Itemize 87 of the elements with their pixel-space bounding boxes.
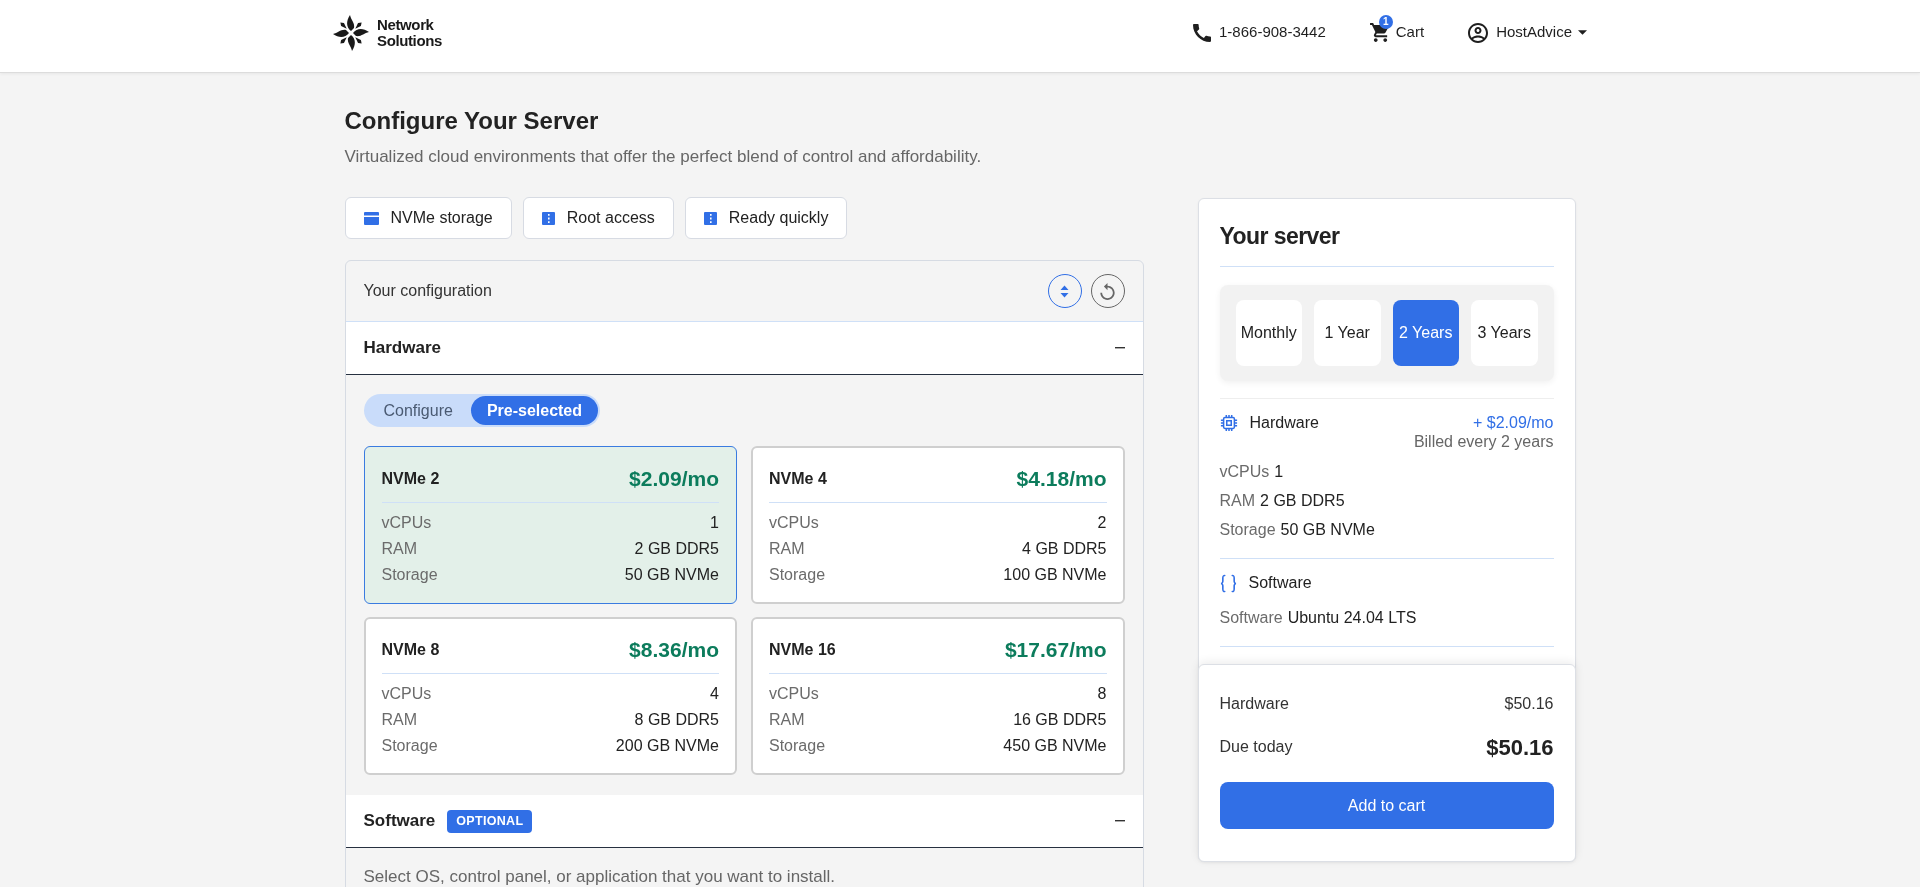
phone-link[interactable]: 1-866-908-3442 [1193,21,1326,44]
drive-icon [363,211,379,225]
processor-chip-icon [1219,414,1238,432]
summary-item-title: Hardware [1249,413,1319,433]
optional-badge: OPTIONAL [447,809,533,833]
page-title: Configure Your Server [344,106,600,136]
spec-value: 8 [1097,684,1107,704]
spec-label: Storage [769,565,826,585]
spec-value: 50 GB NVMe [624,565,719,585]
section-title: Hardware [363,337,441,360]
spec-label: Storage [381,736,438,756]
spec-label: Storage [769,736,826,756]
logo-link[interactable]: Network Solutions [333,14,451,51]
phone-icon [1193,23,1211,42]
spec-label: RAM [381,539,418,559]
feature-label: Ready quickly [728,208,829,228]
plan-price: $17.67/mo [1004,637,1107,664]
price-amount: $50.16 [1504,694,1554,714]
spec-value: 450 GB NVMe [1003,736,1107,756]
spec-label: vCPUs [1219,462,1270,482]
spec-label: Software [1219,608,1283,628]
cart-count-badge: 1 [1378,15,1393,29]
price-label: Due today [1219,737,1293,757]
spec-value: 4 [710,684,719,704]
spec-value: 2 [1097,513,1107,533]
plan-name: NVMe 2 [381,469,440,489]
plan-card[interactable]: NVMe 16 $17.67/mo vCPUs 8 RAM 16 GB DDR5 Storage 450 GB NVMe [751,617,1125,775]
summary-title: Your server [1219,222,1341,251]
section-title: Software [363,810,436,833]
billing-period-tab[interactable]: Monthly [1235,300,1302,366]
total-amount: $50.16 [1486,733,1554,762]
curly-braces-icon [1219,573,1237,593]
server-rack-icon [541,211,555,225]
spec-label: vCPUs [381,513,432,533]
spec-value: 1 [1274,462,1284,482]
section-description: Select OS, control panel, or application that you want to install. [363,867,837,887]
server-rack-icon [703,211,717,225]
add-to-cart-button[interactable]: Add to cart [1219,782,1554,829]
spec-label: Storage [381,565,438,585]
spec-label: RAM [769,539,805,559]
account-menu-button[interactable]: HostAdvice [1468,21,1587,44]
plan-name: NVMe 8 [381,640,440,660]
spec-value: 2 GB DDR5 [1260,491,1345,511]
spec-label: vCPUs [769,513,819,533]
minus-icon[interactable] [1114,347,1125,349]
billing-period-tab[interactable]: 1 Year [1314,300,1381,366]
mode-toggle-option[interactable]: Pre-selected [470,396,599,425]
plan-card[interactable]: NVMe 2 $2.09/mo vCPUs 1 RAM 2 GB DDR5 Storage 50 GB NVMe [363,446,737,604]
spec-value: 4 GB DDR5 [1022,539,1107,559]
cart-link[interactable]: 1 Cart [1369,12,1425,44]
spec-label: vCPUs [381,684,432,704]
feature-label: Root access [566,208,655,228]
spec-value: 100 GB NVMe [1003,565,1107,585]
spec-label: RAM [1219,491,1256,511]
spec-label: Storage [1219,520,1276,540]
panel-title: Your configuration [363,281,492,301]
summary-item-title: Software [1248,573,1312,593]
spec-label: RAM [769,710,805,730]
minus-icon[interactable] [1114,820,1125,822]
summary-item-price: + $2.09/mo [1473,413,1554,432]
pinwheel-icon [333,14,369,51]
page-subtitle: Virtualized cloud environments that offer the perfect blend of control and affordability. [344,146,983,168]
up-down-arrows-icon [1060,284,1069,298]
plan-price: $4.18/mo [1016,466,1107,493]
plan-price: $8.36/mo [629,637,719,664]
plan-card[interactable]: NVMe 8 $8.36/mo vCPUs 4 RAM 8 GB DDR5 Storage 200 GB NVMe [363,617,737,775]
spec-value: Ubuntu 24.04 LTS [1287,608,1417,628]
billing-period-tab[interactable]: 3 Years [1471,300,1538,366]
billing-period-tab[interactable]: 2 Years [1392,300,1459,366]
spec-value: 50 GB NVMe [1280,520,1375,540]
plan-name: NVMe 4 [769,469,827,489]
circular-arrow-icon [1100,282,1115,300]
caret-icon [1578,30,1587,35]
spec-label: vCPUs [769,684,819,704]
spec-value: 2 GB DDR5 [634,539,719,559]
spec-value: 200 GB NVMe [615,736,719,756]
mode-toggle-option[interactable]: Configure [365,396,471,425]
plan-card[interactable]: NVMe 4 $4.18/mo vCPUs 2 RAM 4 GB DDR5 Storage 100 GB NVMe [751,446,1125,604]
spec-value: 1 [710,513,719,533]
billing-note: Billed every 2 years [1413,432,1554,451]
feature-label: NVMe storage [390,208,493,228]
spec-label: RAM [381,710,418,730]
spec-value: 8 GB DDR5 [634,710,719,730]
price-label: Hardware [1219,694,1289,714]
spec-value: 16 GB DDR5 [1013,710,1107,730]
plan-price: $2.09/mo [629,466,719,493]
plan-name: NVMe 16 [769,640,836,660]
